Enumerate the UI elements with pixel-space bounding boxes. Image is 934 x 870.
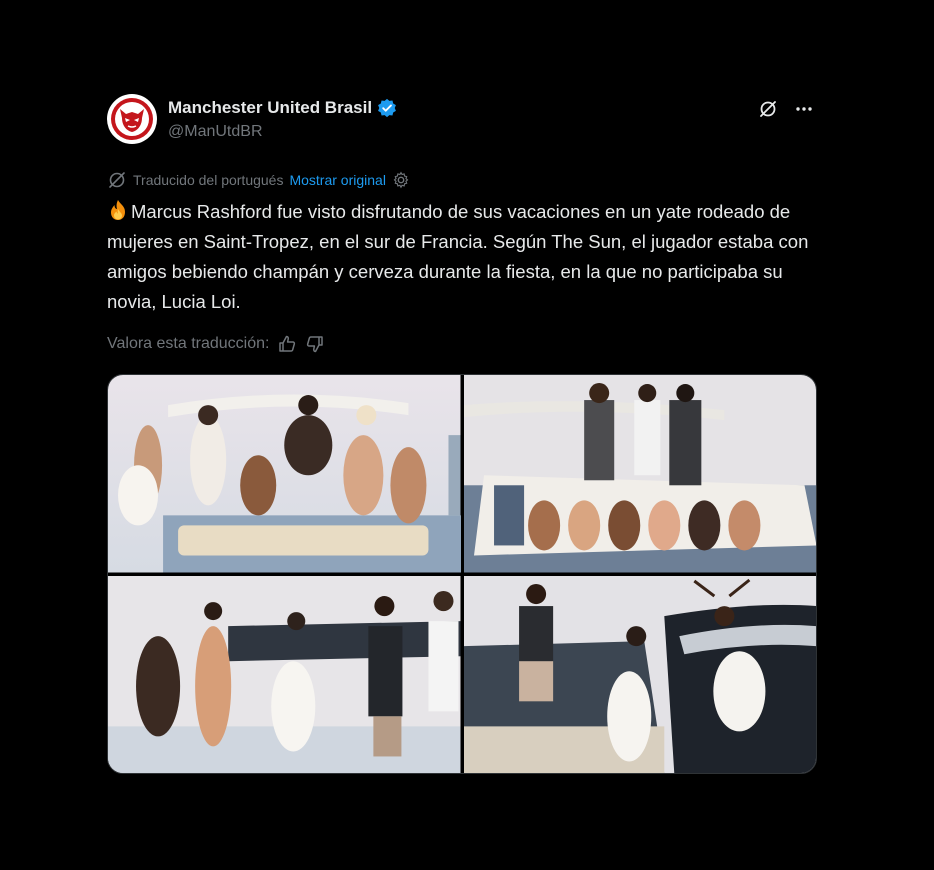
- grok-icon[interactable]: [757, 98, 779, 120]
- photo-2[interactable]: [463, 375, 816, 573]
- author-name-row: Manchester United Brasil: [168, 98, 397, 118]
- avatar[interactable]: [107, 94, 157, 144]
- author-name[interactable]: Manchester United Brasil: [168, 98, 372, 118]
- author-handle[interactable]: @ManUtdBR: [168, 123, 263, 141]
- photo-3[interactable]: [108, 575, 461, 773]
- verified-badge-icon: [378, 98, 396, 118]
- fire-emoji-icon: [111, 200, 125, 220]
- tweet-text: Marcus Rashford fue visto disfrutando de…: [107, 197, 815, 317]
- photo-4[interactable]: [463, 575, 816, 773]
- tweet-body: Marcus Rashford fue visto disfrutando de…: [107, 201, 809, 312]
- show-original-link[interactable]: Mostrar original: [289, 172, 385, 188]
- tweet-actions: [757, 98, 815, 120]
- thumbs-up-icon[interactable]: [277, 334, 297, 354]
- translation-notice: Traducido del portugués Mostrar original: [107, 170, 410, 190]
- thumbs-down-icon[interactable]: [305, 334, 325, 354]
- media-grid: [107, 374, 817, 774]
- gear-icon[interactable]: [392, 171, 410, 189]
- more-icon[interactable]: [793, 98, 815, 120]
- translate-icon: [109, 172, 125, 188]
- rate-translation: Valora esta traducción:: [107, 334, 325, 354]
- photo-1[interactable]: [108, 375, 461, 573]
- devil-logo-icon: [111, 98, 153, 140]
- rate-translation-label: Valora esta traducción:: [107, 335, 270, 352]
- translated-from-label: Traducido del portugués: [133, 172, 284, 188]
